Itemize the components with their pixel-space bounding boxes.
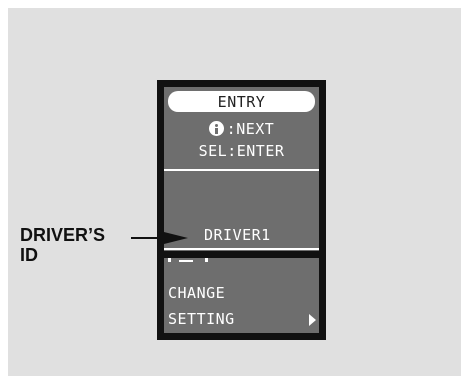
- callout-line: [131, 237, 167, 239]
- lower-divider: [164, 248, 319, 250]
- entry-title: ENTRY: [168, 91, 315, 112]
- next-instruction-text: :NEXT: [226, 120, 275, 138]
- multi-information-display: ENTRY :NEXT SEL:ENTER DRIVER1 CHANGE SET…: [157, 80, 326, 340]
- upper-divider: [164, 169, 319, 171]
- tab-marker: [168, 258, 208, 262]
- callout-label-line2: ID: [20, 245, 38, 265]
- setting-label: SETTING: [168, 310, 235, 328]
- sel-instruction: SEL:ENTER: [198, 142, 285, 160]
- next-instruction: :NEXT: [164, 120, 319, 138]
- callout-label-line1: DRIVER’S: [20, 225, 106, 245]
- arrow-right-icon: [309, 314, 316, 326]
- display-upper-screen: ENTRY :NEXT SEL:ENTER DRIVER1: [164, 87, 319, 251]
- display-lower-screen: CHANGE SETTING: [164, 258, 319, 333]
- change-label: CHANGE: [168, 284, 226, 302]
- info-icon: [208, 121, 224, 136]
- driver-id-value: DRIVER1: [204, 226, 271, 244]
- callout-arrow-icon: [164, 232, 188, 244]
